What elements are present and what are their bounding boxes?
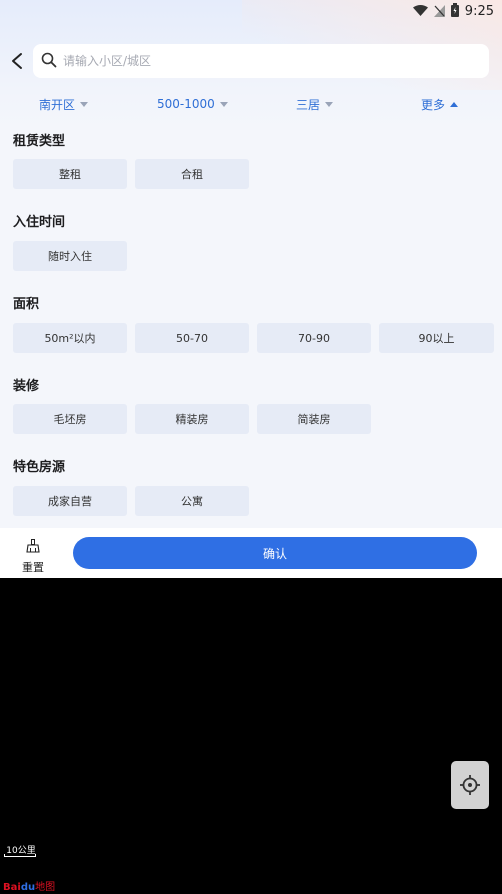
filter-bar: 南开区 500-1000 三居 更多 (0, 93, 502, 115)
map-view[interactable]: 10公里 Baidu地图 (0, 578, 502, 894)
caret-down-icon (219, 101, 228, 107)
crosshair-icon (460, 775, 480, 795)
chip-move-in-anytime[interactable]: 随时入住 (13, 241, 127, 271)
battery-icon (450, 2, 459, 21)
map-scale-bar (4, 854, 36, 857)
map-scale: 10公里 (4, 843, 38, 857)
filter-district[interactable]: 南开区 (39, 93, 89, 115)
baidu-logo: Baidu地图 (3, 878, 55, 893)
chevron-left-icon (12, 53, 22, 69)
back-button[interactable] (10, 52, 26, 70)
status-bar: 9:25 (0, 0, 502, 22)
search-icon (41, 52, 57, 72)
baidu-logo-part3: 地图 (35, 882, 56, 893)
search-row (0, 44, 502, 78)
filter-rooms[interactable]: 三居 (296, 93, 334, 115)
caret-down-icon (325, 101, 334, 107)
search-box[interactable] (33, 44, 489, 78)
app: 9:25 南开区 500-1000 三居 更多 (0, 0, 502, 894)
filter-price-label: 500-1000 (157, 97, 215, 111)
chip-rent-shared[interactable]: 合租 (135, 159, 249, 189)
action-bar: 重置 确认 (0, 528, 502, 578)
filter-price[interactable]: 500-1000 (157, 93, 228, 115)
filter-rooms-label: 三居 (296, 97, 321, 112)
chip-rent-whole[interactable]: 整租 (13, 159, 127, 189)
status-time: 9:25 (464, 4, 494, 19)
section-title-move-in: 入住时间 (13, 215, 66, 230)
reset-button[interactable]: 重置 (20, 538, 46, 574)
chip-decoration-1[interactable]: 毛坯房 (13, 404, 127, 434)
broom-icon (26, 538, 40, 557)
no-signal-icon (433, 2, 445, 21)
wifi-icon (412, 2, 428, 21)
filter-more[interactable]: 更多 (421, 93, 459, 115)
filter-more-label: 更多 (421, 97, 446, 112)
chip-area-3[interactable]: 70-90 (257, 323, 371, 353)
filter-district-label: 南开区 (39, 97, 76, 112)
chip-area-2[interactable]: 50-70 (135, 323, 249, 353)
baidu-logo-part2: du (20, 882, 36, 893)
chip-area-4[interactable]: 90以上 (379, 323, 494, 353)
chip-featured-1[interactable]: 成家自营 (13, 486, 127, 516)
section-title-area: 面积 (13, 297, 40, 312)
chip-decoration-3[interactable]: 简装房 (257, 404, 371, 434)
caret-down-icon (80, 101, 89, 107)
section-title-decoration: 装修 (13, 379, 40, 394)
section-title-rent-type: 租赁类型 (13, 134, 66, 149)
confirm-button[interactable]: 确认 (73, 537, 477, 569)
search-input[interactable] (63, 44, 473, 78)
section-title-featured: 特色房源 (13, 460, 66, 475)
baidu-logo-part1: Bai (3, 882, 21, 893)
caret-up-icon (450, 101, 459, 107)
locate-button[interactable] (451, 761, 489, 809)
chip-area-1[interactable]: 50m²以内 (13, 323, 127, 353)
reset-label: 重置 (22, 561, 44, 574)
chip-featured-2[interactable]: 公寓 (135, 486, 249, 516)
chip-decoration-2[interactable]: 精装房 (135, 404, 249, 434)
